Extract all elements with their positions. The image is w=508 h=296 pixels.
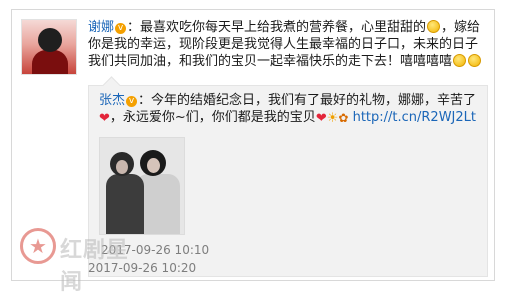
star-logo-icon: ★ <box>20 228 56 264</box>
gift-emoji-icon: ✿ <box>338 111 349 125</box>
retweet-photo[interactable] <box>99 137 185 235</box>
heart-emoji-icon: ❤ <box>99 111 110 126</box>
retweet-text: 张杰 v ：今年的结婚纪念日，我们有了最好的礼物，娜娜，辛苦了 ❤，永远爱你~们，你们… <box>99 92 481 127</box>
author-avatar[interactable] <box>21 19 77 75</box>
post-text: 谢娜 v ：最喜欢吃你每天早上给我煮的营养餐，心里甜甜的 ，嫁给你是我的幸运，现阶段更… <box>88 19 488 70</box>
author-name[interactable]: 谢娜 <box>88 20 114 35</box>
retweet-text-part2: ，永远爱你~们，你们都是我的宝贝 <box>109 110 316 125</box>
watermark: ★ 红剧星闻 <box>20 228 150 295</box>
sun-emoji-icon: ☀ <box>326 111 339 126</box>
grin-emoji-icon-2 <box>468 54 482 67</box>
retweet-author-name[interactable]: 张杰 <box>99 93 125 108</box>
retweet-verified-badge-icon: v <box>126 96 138 107</box>
watermark-text: 红剧星闻 <box>60 238 130 295</box>
retweet-text-part1: 今年的结婚纪念日，我们有了最好的礼物，娜娜，辛苦了 <box>151 93 477 108</box>
retweet-link[interactable]: http://t.cn/R2WJ2Lt <box>353 110 476 125</box>
heart-emoji-icon-2: ❤ <box>315 111 327 126</box>
post-colon: ： <box>127 20 141 35</box>
grin-emoji-icon <box>453 54 467 67</box>
smile-emoji-icon <box>427 20 441 33</box>
post-text-part1: 最喜欢吃你每天早上给我煮的营养餐，心里甜甜的 <box>140 20 427 35</box>
retweet-colon: ： <box>138 93 152 108</box>
verified-badge-icon: v <box>115 23 127 34</box>
